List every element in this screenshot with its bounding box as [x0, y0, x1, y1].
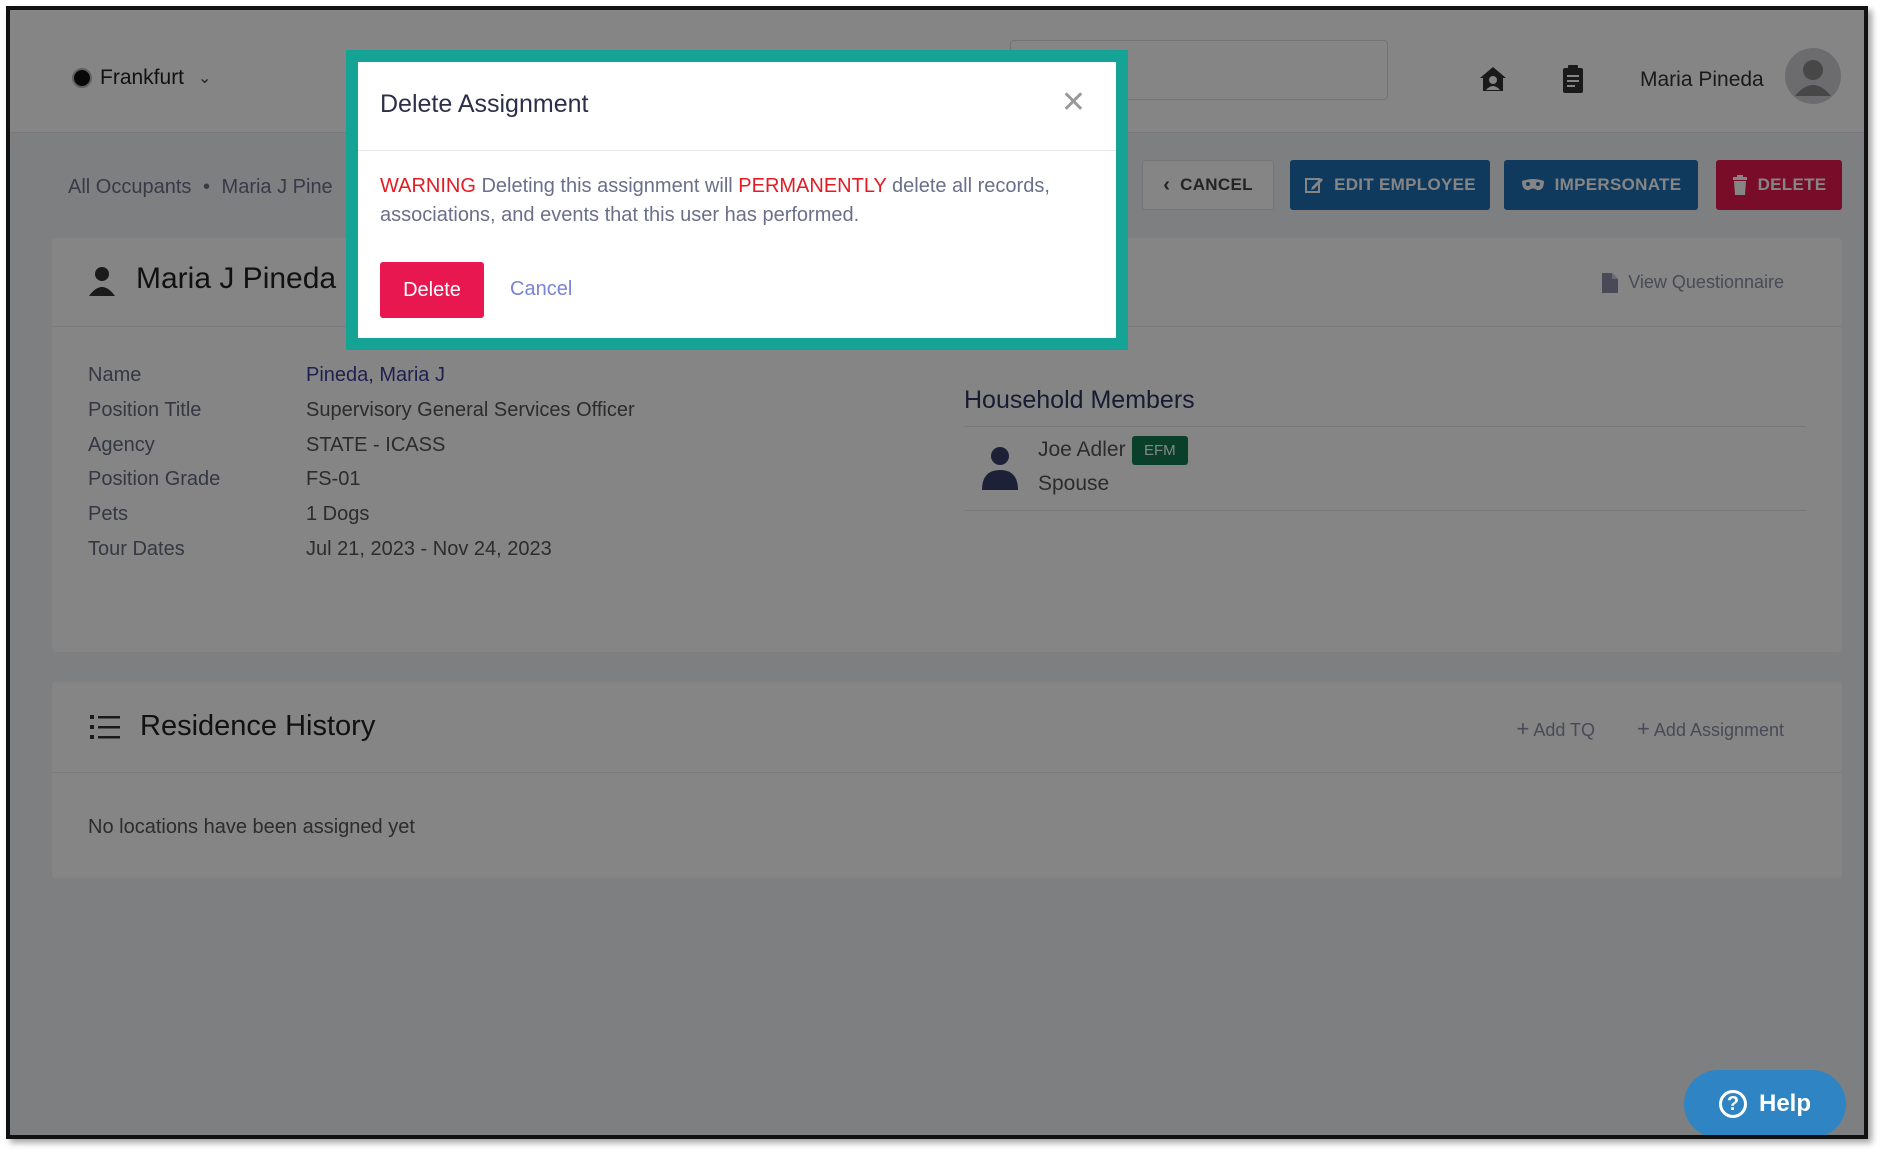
delete-assignment-modal: Delete Assignment ✕ WARNING Deleting thi…	[358, 62, 1116, 338]
close-icon[interactable]: ✕	[1061, 88, 1086, 118]
modal-message: WARNING Deleting this assignment will PE…	[380, 172, 1100, 230]
modal-header: Delete Assignment ✕	[358, 62, 1116, 151]
confirm-delete-button[interactable]: Delete	[380, 262, 484, 318]
help-button[interactable]: ? Help	[1684, 1070, 1846, 1135]
permanently-label: PERMANENTLY	[738, 175, 887, 197]
modal-highlight-outline: Delete Assignment ✕ WARNING Deleting thi…	[346, 50, 1128, 350]
app-window: Frankfurt ⌄ Maria Pineda All Occupants •	[6, 6, 1868, 1139]
modal-text-part: Deleting this assignment will	[475, 175, 739, 197]
modal-title: Delete Assignment	[380, 90, 589, 118]
help-label: Help	[1758, 1090, 1811, 1117]
modal-cancel-button[interactable]: Cancel	[510, 278, 572, 301]
warning-label: WARNING	[380, 175, 476, 197]
question-circle-icon: ?	[1718, 1090, 1747, 1118]
